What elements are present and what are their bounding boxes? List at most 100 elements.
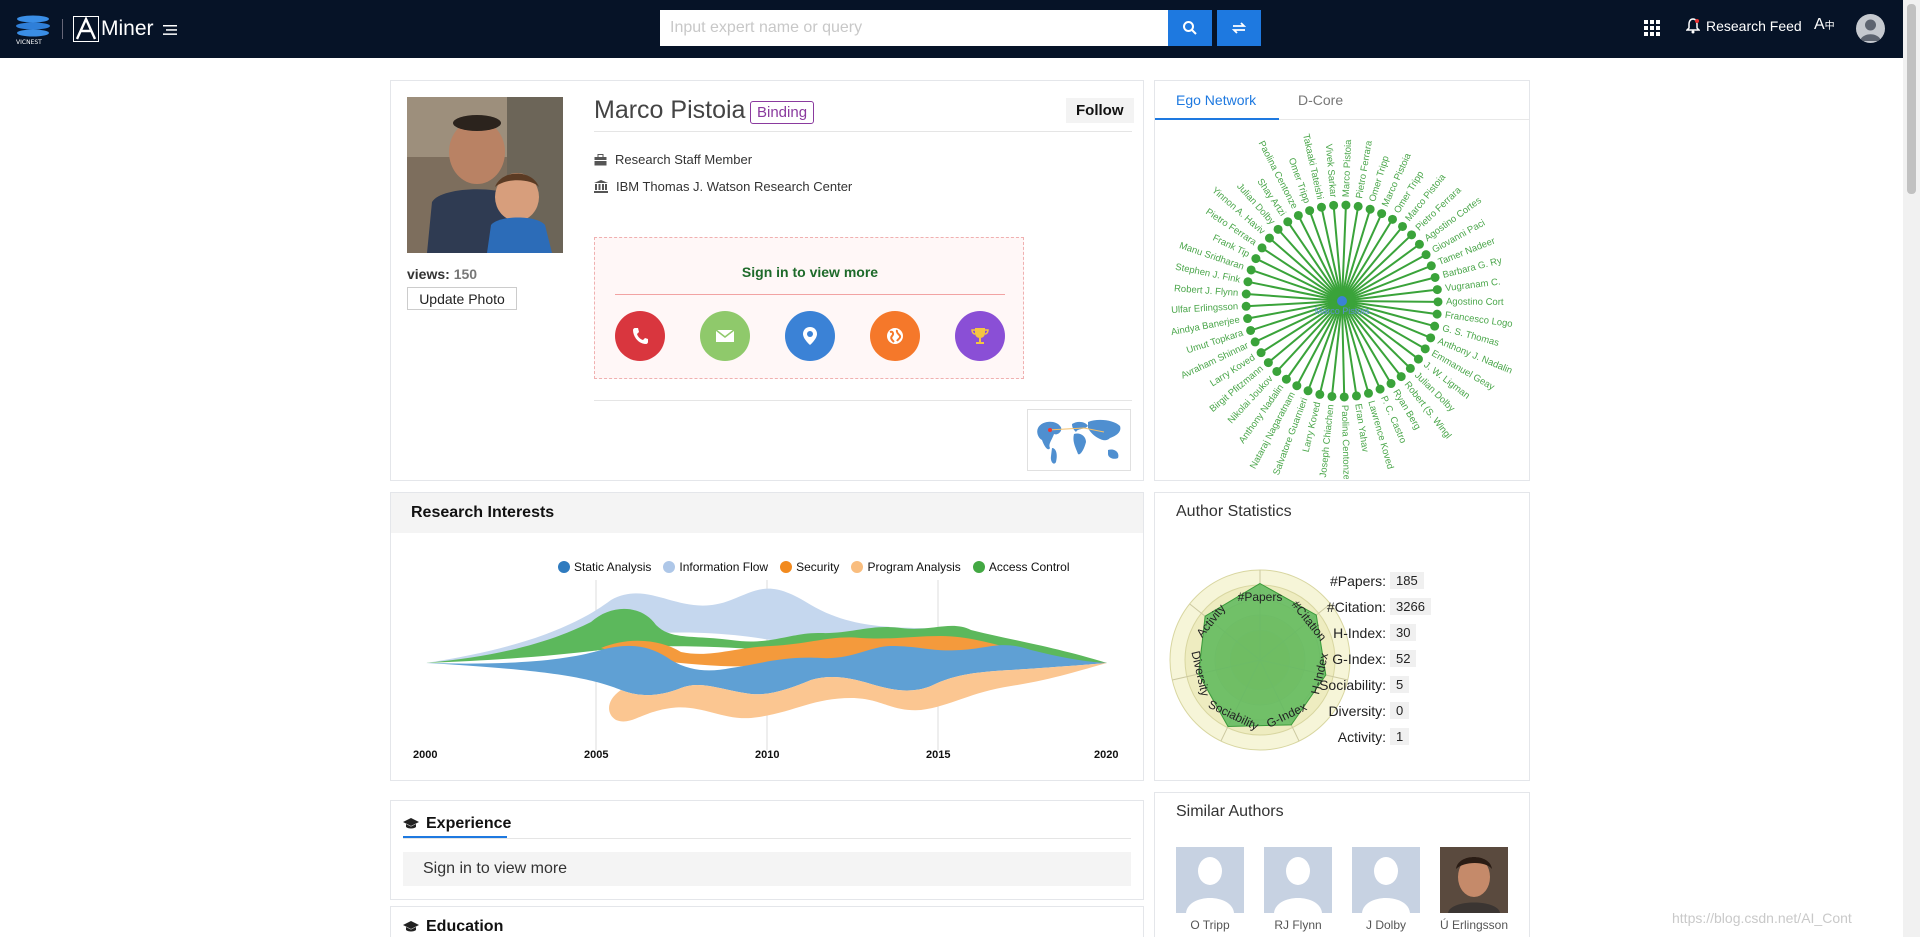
ego-node[interactable] [1272, 366, 1282, 376]
profile-photo[interactable] [407, 97, 563, 253]
tab-ego-network[interactable]: Ego Network [1176, 92, 1256, 108]
legend-item[interactable]: Access Control [972, 560, 1070, 574]
page-scrollbar[interactable] [1903, 0, 1920, 937]
ego-node[interactable] [1377, 209, 1387, 219]
ego-node[interactable] [1303, 386, 1313, 396]
ego-node[interactable] [1315, 389, 1325, 399]
research-interests-title: Research Interests [411, 504, 555, 521]
ego-node[interactable] [1283, 217, 1293, 227]
legend-item[interactable]: Program Analysis [851, 560, 961, 574]
ego-node[interactable] [1386, 379, 1396, 389]
ego-node[interactable] [1430, 321, 1440, 331]
ego-node[interactable] [1398, 221, 1408, 231]
binding-badge[interactable]: Binding [750, 101, 815, 124]
research-interest-streamgraph[interactable]: 2000 2005 2010 2015 2020 [391, 580, 1143, 780]
ego-node-label[interactable]: Vivek Sarkar [1323, 143, 1339, 197]
ego-node[interactable] [1305, 206, 1315, 216]
ego-node[interactable] [1407, 230, 1417, 240]
email-icon[interactable] [700, 311, 750, 361]
ego-node[interactable] [1243, 314, 1253, 324]
experience-signin-bar[interactable]: Sign in to view more [403, 852, 1131, 886]
language-icon[interactable]: A中 [1814, 16, 1835, 34]
ego-node[interactable] [1316, 202, 1326, 212]
ego-node[interactable] [1426, 333, 1436, 343]
ego-node[interactable] [1246, 325, 1256, 335]
ego-node[interactable] [1243, 277, 1253, 287]
ego-node[interactable] [1264, 233, 1274, 243]
ego-node[interactable] [1263, 358, 1273, 368]
ego-node[interactable] [1293, 210, 1303, 220]
similar-author-card[interactable]: RJ Flynn [1264, 847, 1332, 932]
ego-center-node[interactable] [1337, 296, 1347, 306]
ego-node-label[interactable]: Paolina Centonze [1339, 405, 1352, 479]
apps-grid-icon[interactable] [1643, 19, 1661, 37]
ego-node[interactable] [1250, 337, 1260, 347]
ego-node-label[interactable]: Agostino Cort [1446, 296, 1504, 308]
ego-node[interactable] [1241, 289, 1251, 299]
brand[interactable]: VICNEST Miner [14, 12, 154, 46]
ego-node[interactable] [1339, 392, 1349, 402]
similar-author-card[interactable]: O Tripp [1176, 847, 1244, 932]
follow-button[interactable]: Follow [1066, 98, 1134, 123]
ego-node[interactable] [1329, 200, 1339, 210]
research-feed-link[interactable]: Research Feed [1686, 18, 1802, 34]
legend-dot [663, 561, 676, 573]
search-input[interactable] [660, 10, 1168, 46]
ego-node[interactable] [1387, 214, 1397, 224]
tab-d-core[interactable]: D-Core [1298, 92, 1343, 108]
ego-node[interactable] [1241, 301, 1251, 311]
similar-author-card[interactable]: Ú Erlingsson [1440, 847, 1508, 932]
ego-node[interactable] [1432, 309, 1442, 319]
update-photo-button[interactable]: Update Photo [407, 287, 517, 310]
ego-node[interactable] [1246, 265, 1256, 275]
ego-node[interactable] [1365, 204, 1375, 214]
user-avatar-icon[interactable] [1856, 14, 1885, 43]
ego-node[interactable] [1375, 384, 1385, 394]
ego-node[interactable] [1363, 388, 1373, 398]
legend-item[interactable]: Static Analysis [558, 560, 651, 574]
trophy-icon[interactable] [955, 311, 1005, 361]
ego-node[interactable] [1251, 254, 1261, 264]
signin-divider [615, 294, 1005, 295]
ego-node[interactable] [1257, 243, 1267, 253]
ego-node[interactable] [1421, 250, 1431, 260]
switch-search-button[interactable] [1217, 10, 1261, 46]
ego-node[interactable] [1426, 261, 1436, 271]
ego-node[interactable] [1341, 200, 1351, 210]
world-map-thumbnail[interactable] [1027, 409, 1131, 471]
globe-icon[interactable] [870, 311, 920, 361]
ego-node-label[interactable]: Vugranam C. [1445, 277, 1502, 295]
ego-node[interactable] [1327, 391, 1337, 401]
signin-prompt[interactable]: Sign in to view more [595, 264, 1025, 280]
ego-node[interactable] [1405, 363, 1415, 373]
ego-node[interactable] [1420, 344, 1430, 354]
legend-item[interactable]: Security [780, 560, 839, 574]
ego-node-label[interactable]: Robert J. Flynn [1174, 283, 1239, 299]
ego-node[interactable] [1396, 372, 1406, 382]
location-icon[interactable] [785, 311, 835, 361]
ego-node[interactable] [1292, 381, 1302, 391]
ego-node-label[interactable]: Ulfar Erlingsson [1171, 301, 1239, 316]
ego-node[interactable] [1430, 272, 1440, 282]
ego-node[interactable] [1353, 201, 1363, 211]
ego-node[interactable] [1433, 297, 1443, 307]
contact-signin-box: Sign in to view more [594, 237, 1024, 379]
similar-author-card[interactable]: J Dolby [1352, 847, 1420, 932]
menu-icon[interactable] [163, 24, 177, 36]
ego-node-label[interactable]: Joseph Chiachen [1318, 404, 1337, 478]
ego-node[interactable] [1351, 391, 1361, 401]
aminer-logo[interactable]: Miner [73, 16, 154, 42]
ego-node[interactable] [1281, 374, 1291, 384]
ego-node[interactable] [1256, 348, 1266, 358]
ego-node[interactable] [1273, 224, 1283, 234]
legend-item[interactable]: Information Flow [663, 560, 768, 574]
search-button[interactable] [1168, 10, 1212, 46]
stat-g-index: G-Index: 52 [1296, 650, 1417, 667]
ego-network-graph[interactable]: Vivek Sarkar Marco Pistoia Pietro FerraraO… [1155, 122, 1529, 479]
ego-node[interactable] [1414, 239, 1424, 249]
ego-node-label[interactable]: Marco Pistoia [1341, 139, 1354, 198]
ego-node[interactable] [1432, 285, 1442, 295]
ego-node[interactable] [1413, 354, 1423, 364]
scroll-thumb[interactable] [1907, 4, 1916, 194]
phone-icon[interactable] [615, 311, 665, 361]
